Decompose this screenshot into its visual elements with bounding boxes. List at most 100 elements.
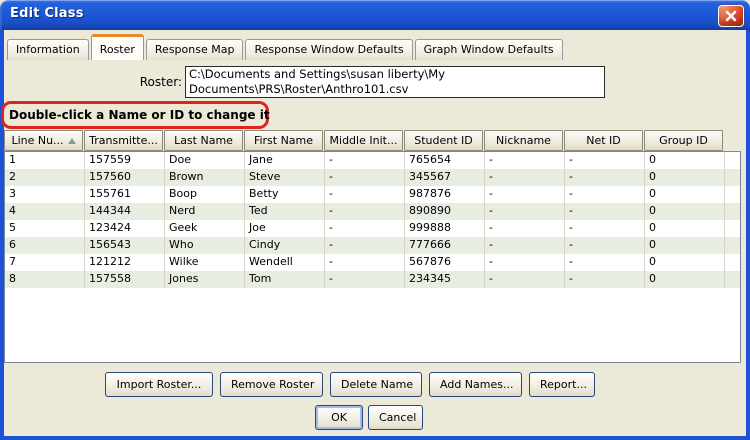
table-cell[interactable]: 3 <box>5 186 85 203</box>
table-cell[interactable]: Cindy <box>245 237 325 254</box>
table-cell[interactable]: - <box>325 271 405 288</box>
table-cell[interactable]: Boop <box>165 186 245 203</box>
table-cell[interactable]: 0 <box>645 254 725 271</box>
table-cell[interactable]: Betty <box>245 186 325 203</box>
table-row[interactable]: 3 155761 Boop Betty -987876- -0 <box>5 186 740 203</box>
table-cell[interactable]: Ted <box>245 203 325 220</box>
table-cell[interactable]: Wilke <box>165 254 245 271</box>
ok-button[interactable]: OK <box>315 405 363 430</box>
table-cell[interactable]: 890890 <box>405 203 485 220</box>
table-cell[interactable]: - <box>485 271 565 288</box>
table-cell[interactable]: - <box>565 186 645 203</box>
table-cell[interactable]: - <box>565 152 645 169</box>
add-names-button[interactable]: Add Names... <box>429 372 522 397</box>
table-cell[interactable]: - <box>565 254 645 271</box>
cancel-button[interactable]: Cancel <box>368 405 423 430</box>
header-cell-transmitte[interactable]: Transmitte... <box>84 130 163 151</box>
table-cell[interactable]: 0 <box>645 237 725 254</box>
table-cell[interactable]: 0 <box>645 186 725 203</box>
table-cell[interactable]: 7 <box>5 254 85 271</box>
table-cell[interactable]: 765654 <box>405 152 485 169</box>
table-cell[interactable]: - <box>485 152 565 169</box>
table-cell[interactable]: 121212 <box>85 254 165 271</box>
table-cell[interactable]: 1 <box>5 152 85 169</box>
table-cell[interactable]: - <box>325 220 405 237</box>
table-cell[interactable]: - <box>325 254 405 271</box>
table-cell[interactable]: - <box>325 186 405 203</box>
table-row[interactable]: 4 144344 Nerd Ted -890890- -0 <box>5 203 740 220</box>
tab-response-window-defaults[interactable]: Response Window Defaults <box>245 39 413 60</box>
tab-roster[interactable]: Roster <box>90 34 144 60</box>
table-cell[interactable]: - <box>325 237 405 254</box>
table-cell[interactable]: 157559 <box>85 152 165 169</box>
table-cell[interactable]: - <box>485 169 565 186</box>
tab-response-map[interactable]: Response Map <box>145 39 244 60</box>
table-cell[interactable]: 0 <box>645 220 725 237</box>
table-cell[interactable]: Jones <box>165 271 245 288</box>
table-cell[interactable]: - <box>485 203 565 220</box>
table-cell[interactable]: 999888 <box>405 220 485 237</box>
tab-graph-window-defaults[interactable]: Graph Window Defaults <box>414 39 563 60</box>
table-cell[interactable]: 0 <box>645 169 725 186</box>
table-cell[interactable]: Wendell <box>245 254 325 271</box>
header-cell-last-name[interactable]: Last Name <box>164 130 243 151</box>
delete-name-button[interactable]: Delete Name <box>330 372 422 397</box>
table-cell[interactable]: Jane <box>245 152 325 169</box>
table-cell[interactable]: Joe <box>245 220 325 237</box>
table-cell[interactable]: - <box>325 152 405 169</box>
header-cell-middle-init[interactable]: Middle Init... <box>324 130 403 151</box>
header-cell-first-name[interactable]: First Name <box>244 130 323 151</box>
table-cell[interactable]: 0 <box>645 271 725 288</box>
header-cell-group-id[interactable]: Group ID <box>644 130 723 151</box>
table-cell[interactable]: - <box>565 220 645 237</box>
remove-roster-button[interactable]: Remove Roster <box>220 372 323 397</box>
table-cell[interactable]: 0 <box>645 152 725 169</box>
table-cell[interactable]: 567876 <box>405 254 485 271</box>
header-cell-line-nu[interactable]: Line Nu... <box>4 130 83 151</box>
table-cell[interactable]: - <box>325 169 405 186</box>
table-cell[interactable]: 2 <box>5 169 85 186</box>
table-cell[interactable]: Brown <box>165 169 245 186</box>
table-cell[interactable]: - <box>565 271 645 288</box>
table-cell[interactable]: 155761 <box>85 186 165 203</box>
table-row[interactable]: 1 157559 Doe Jane -765654- -0 <box>5 152 740 169</box>
table-row[interactable]: 5 123424 Geek Joe -999888- -0 <box>5 220 740 237</box>
table-cell[interactable]: - <box>565 203 645 220</box>
table-cell[interactable]: Doe <box>165 152 245 169</box>
table-cell[interactable]: 777666 <box>405 237 485 254</box>
table-cell[interactable]: 5 <box>5 220 85 237</box>
table-cell[interactable]: 234345 <box>405 271 485 288</box>
table-cell[interactable]: 123424 <box>85 220 165 237</box>
table-cell[interactable]: - <box>325 203 405 220</box>
table-cell[interactable]: 6 <box>5 237 85 254</box>
table-cell[interactable]: 345567 <box>405 169 485 186</box>
table-cell[interactable]: 144344 <box>85 203 165 220</box>
table-cell[interactable]: - <box>565 169 645 186</box>
table-row[interactable]: 6 156543 Who Cindy -777666- -0 <box>5 237 740 254</box>
table-cell[interactable]: 8 <box>5 271 85 288</box>
table-cell[interactable]: - <box>485 237 565 254</box>
table-cell[interactable]: Geek <box>165 220 245 237</box>
table-row[interactable]: 8 157558 Jones Tom -234345- -0 <box>5 271 740 288</box>
table-cell[interactable]: - <box>485 186 565 203</box>
table-cell[interactable]: - <box>565 237 645 254</box>
table-cell[interactable]: 0 <box>645 203 725 220</box>
table-cell[interactable]: 987876 <box>405 186 485 203</box>
table-cell[interactable]: 4 <box>5 203 85 220</box>
tab-information[interactable]: Information <box>7 39 89 60</box>
table-cell[interactable]: 156543 <box>85 237 165 254</box>
table-cell[interactable]: Nerd <box>165 203 245 220</box>
table-row[interactable]: 7 121212 Wilke Wendell -567876- -0 <box>5 254 740 271</box>
import-roster-button[interactable]: Import Roster... <box>105 372 213 397</box>
table-cell[interactable]: Who <box>165 237 245 254</box>
table-cell[interactable]: - <box>485 254 565 271</box>
header-cell-net-id[interactable]: Net ID <box>564 130 643 151</box>
header-cell-student-id[interactable]: Student ID <box>404 130 483 151</box>
close-button[interactable] <box>718 5 744 27</box>
table-cell[interactable]: Tom <box>245 271 325 288</box>
table-cell[interactable]: 157560 <box>85 169 165 186</box>
header-cell-nickname[interactable]: Nickname <box>484 130 563 151</box>
table-cell[interactable]: - <box>485 220 565 237</box>
roster-path-field[interactable]: C:\Documents and Settings\susan liberty\… <box>185 66 605 98</box>
table-cell[interactable]: Steve <box>245 169 325 186</box>
